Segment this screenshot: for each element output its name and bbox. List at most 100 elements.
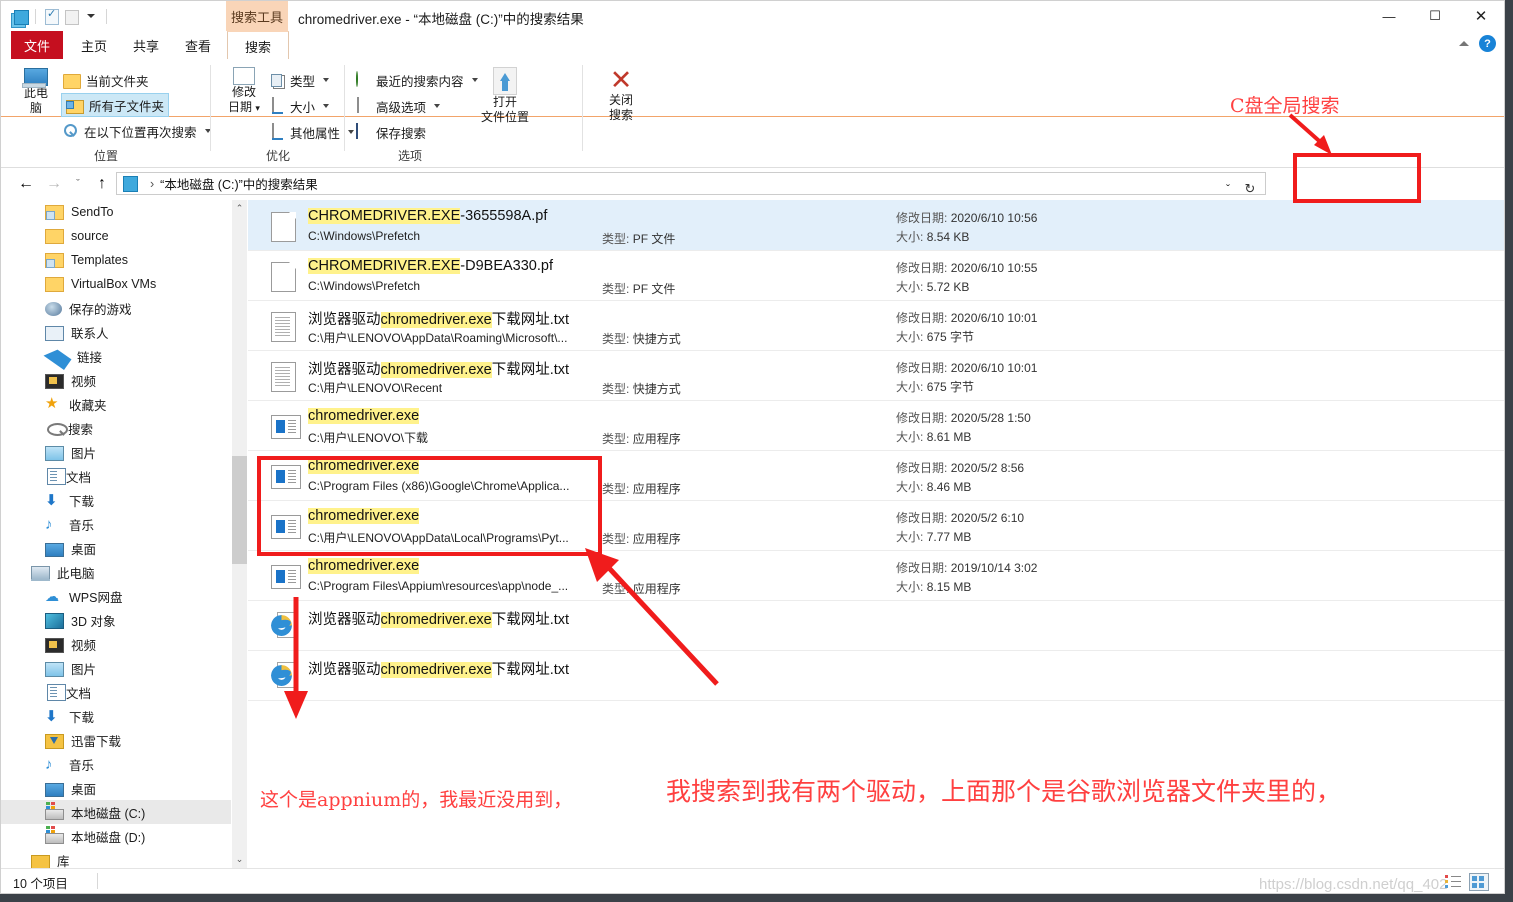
sidebar-item-21[interactable]: ⬇ 下载 (1, 704, 231, 728)
recent-searches-button[interactable]: 最近的搜索内容 (355, 68, 478, 92)
sidebar-item-label: 本地磁盘 (C:) (71, 806, 146, 821)
file-size: 大小: 8.54 KB (896, 230, 970, 244)
address-dropdown-icon[interactable]: ˇ (1217, 177, 1239, 200)
close-search-button[interactable]: ✕ 关闭 搜索 (594, 67, 648, 123)
sidebar-item-0[interactable]: SendTo (1, 200, 231, 224)
sidebar-item-19[interactable]: 图片 (1, 656, 231, 680)
current-folder-button[interactable]: 当前文件夹 (63, 68, 149, 92)
file-path: C:\Windows\Prefetch (308, 229, 421, 243)
recent-locations-button[interactable]: ˇ (67, 174, 89, 194)
this-pc-icon (22, 68, 48, 88)
large-icons-view-button[interactable] (1469, 873, 1489, 891)
file-name: chromedriver.exe (308, 408, 420, 424)
sidebar-item-14[interactable]: 桌面 (1, 536, 231, 560)
nav-scrollbar-thumb[interactable] (232, 456, 247, 564)
save-search-button[interactable]: 保存搜索 (355, 120, 426, 144)
tab-view[interactable]: 查看 (175, 31, 221, 59)
size-icon (269, 97, 285, 114)
sidebar-item-18[interactable]: 视频 (1, 632, 231, 656)
help-icon[interactable]: ? (1479, 35, 1496, 52)
chevron-down-icon[interactable] (323, 104, 330, 108)
this-pc-button[interactable]: 此电 脑 (9, 67, 63, 116)
up-button[interactable]: ↑ (91, 174, 113, 194)
chevron-down-icon[interactable] (434, 104, 441, 108)
group-label-location: 位置 (93, 149, 118, 163)
file-modified-date: 修改日期: 2020/5/28 1:50 (896, 411, 1031, 425)
sidebar-item-3[interactable]: VirtualBox VMs (1, 272, 231, 296)
nav-scroll-down-icon[interactable]: ⌄ (232, 851, 247, 868)
sidebar-item-6[interactable]: 链接 (1, 344, 231, 370)
size-button[interactable]: 大小 (269, 94, 330, 118)
breadcrumb[interactable]: › “本地磁盘 (C:)”中的搜索结果 ˇ ↻ (116, 172, 1266, 196)
file-row[interactable]: 浏览器驱动chromedriver.exe下载网址.txt C:\用户\LENOV… (248, 300, 1504, 351)
tab-file[interactable]: 文件 (11, 31, 63, 59)
sidebar-item-16[interactable]: ☁ WPS网盘 (1, 584, 231, 608)
sidebar-item-26[interactable]: 本地磁盘 (D:) (1, 824, 231, 848)
customize-chevron-icon[interactable] (82, 7, 100, 25)
sidebar-item-label: 图片 (71, 446, 97, 461)
properties-icon[interactable] (42, 7, 60, 25)
sidebar-item-22[interactable]: 迅雷下载 (1, 728, 231, 752)
file-row[interactable]: chromedriver.exe C:\Program Files\Appium\… (248, 550, 1504, 601)
sidebar-item-13[interactable]: ♪ 音乐 (1, 512, 231, 536)
maximize-button[interactable]: ☐ (1412, 1, 1458, 31)
sidebar-item-label: source (71, 229, 109, 243)
file-row[interactable]: chromedriver.exe C:\用户\LENOVO\下载 类型: 应用程序 修… (248, 400, 1504, 451)
sidebar-item-17[interactable]: 3D 对象 (1, 608, 231, 632)
sidebar-item-12[interactable]: ⬇ 下载 (1, 488, 231, 512)
sidebar-item-10[interactable]: 图片 (1, 440, 231, 464)
minimize-button[interactable]: — (1366, 1, 1412, 31)
sidebar-item-5[interactable]: 联系人 (1, 320, 231, 344)
calendar-icon (233, 67, 255, 85)
navigation-pane[interactable]: SendTo source Templates VirtualBox VMs 保存的游戏… (1, 200, 231, 868)
sidebar-item-25[interactable]: 本地磁盘 (C:) (1, 800, 231, 824)
file-row[interactable]: 浏览器驱动chromedriver.exe下载网址.txt (248, 600, 1504, 651)
collapse-ribbon-icon[interactable] (1459, 41, 1469, 46)
sidebar-item-11[interactable]: 文档 (1, 464, 231, 488)
back-button[interactable]: ← (15, 174, 37, 194)
sidebar-item-20[interactable]: 文档 (1, 680, 231, 704)
file-name-match: chromedriver.exe (308, 558, 420, 574)
sidebar-item-8[interactable]: ★ 收藏夹 (1, 392, 231, 416)
sidebar-item-label: 此电脑 (57, 566, 95, 581)
folder-stack-icon[interactable] (11, 7, 29, 25)
forward-button[interactable]: → (43, 174, 65, 194)
sidebar-item-15[interactable]: 此电脑 (1, 560, 231, 584)
advanced-options-button[interactable]: 高级选项 (355, 94, 441, 118)
new-folder-icon[interactable] (62, 7, 80, 25)
details-view-button[interactable] (1444, 873, 1464, 891)
kind-button[interactable]: 类型 (269, 68, 330, 92)
all-subfolders-button[interactable]: 所有子文件夹 (61, 93, 170, 117)
sidebar-item-7[interactable]: 视频 (1, 368, 231, 392)
sidebar-item-1[interactable]: source (1, 224, 231, 248)
file-row[interactable]: 浏览器驱动chromedriver.exe下载网址.txt (248, 650, 1504, 701)
sidebar-item-4[interactable]: 保存的游戏 (1, 296, 231, 320)
sidebar-item-27[interactable]: 库 (1, 848, 231, 868)
sidebar-item-2[interactable]: Templates (1, 248, 231, 272)
tab-share[interactable]: 共享 (123, 31, 169, 59)
sidebar-item-label: 文档 (66, 686, 92, 701)
tab-home[interactable]: 主页 (71, 31, 117, 59)
file-row[interactable]: 浏览器驱动chromedriver.exe下载网址.txt C:\用户\LENOV… (248, 350, 1504, 401)
open-file-location-button[interactable]: 打开 文件位置 (477, 67, 533, 125)
tab-search[interactable]: 搜索 (227, 31, 289, 60)
favorites-star-icon: ★ (45, 394, 59, 412)
file-modified-date: 修改日期: 2019/10/14 3:02 (896, 561, 1038, 575)
kind-icon (269, 72, 285, 89)
sidebar-item-9[interactable]: 搜索 (1, 416, 231, 440)
sidebar-item-23[interactable]: ♪ 音乐 (1, 752, 231, 776)
date-modified-button[interactable]: 修改 日期 ▾ (217, 67, 271, 116)
other-properties-button[interactable]: 其他属性 (269, 120, 355, 144)
search-again-in-button[interactable]: 在以下位置再次搜索 (63, 119, 211, 143)
save-search-icon (355, 123, 371, 140)
close-button[interactable]: ✕ (1458, 1, 1504, 31)
chevron-down-icon[interactable] (323, 78, 330, 82)
contextual-tab-search-tools[interactable]: 搜索工具 (226, 1, 288, 31)
file-row[interactable]: CHROMEDRIVER.EXE-3655598A.pf C:\Windows\P… (248, 200, 1504, 251)
refresh-icon[interactable]: ↻ (1239, 177, 1261, 200)
file-row[interactable]: CHROMEDRIVER.EXE-D9BEA330.pf C:\Windows\P… (248, 250, 1504, 301)
sidebar-item-24[interactable]: 桌面 (1, 776, 231, 800)
folder-shortcut-icon (45, 205, 64, 220)
nav-scroll-up-icon[interactable]: ⌃ (232, 200, 247, 217)
file-name-suffix: 下载网址.txt (491, 662, 570, 678)
